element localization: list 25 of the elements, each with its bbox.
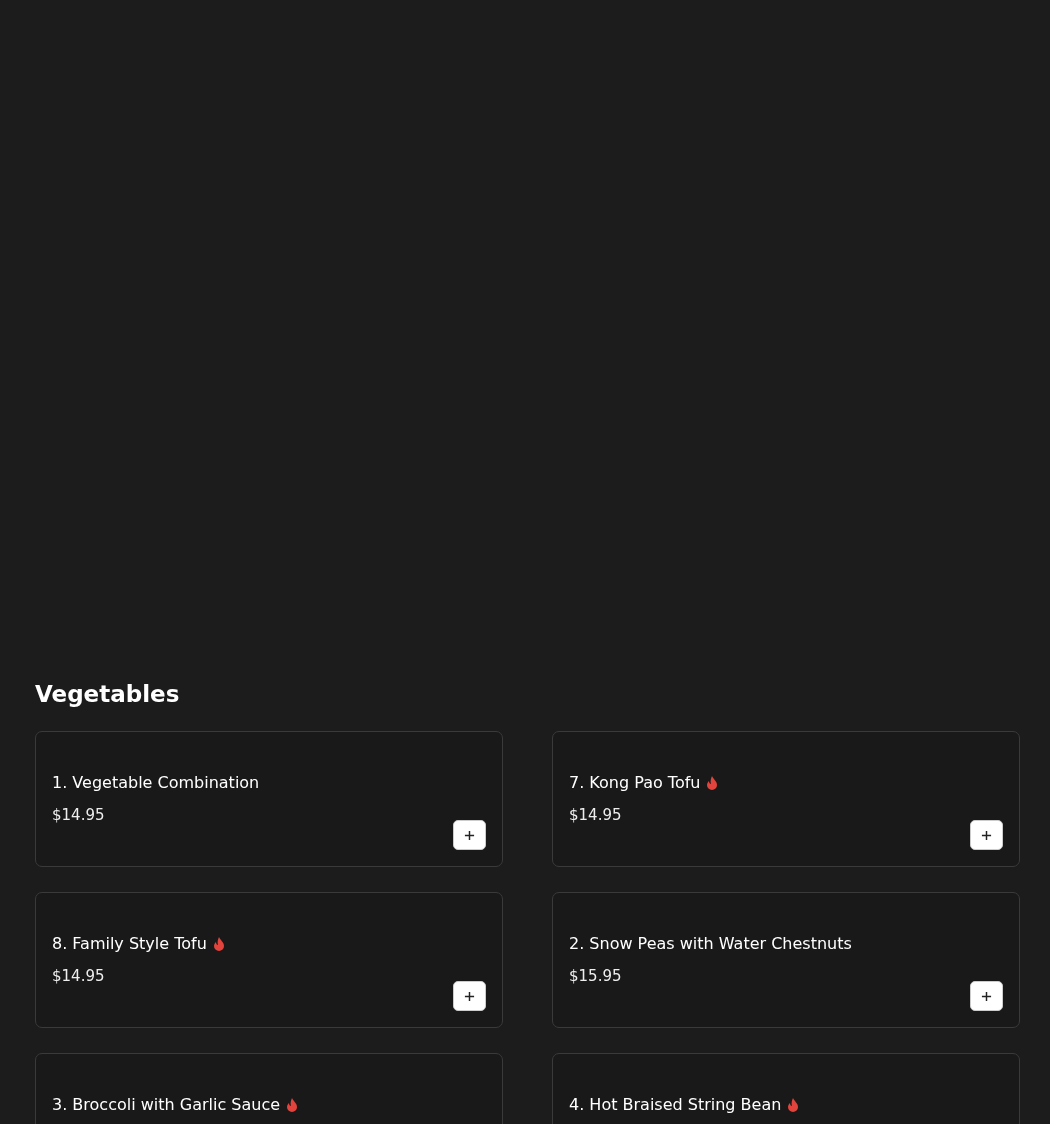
plus-icon bbox=[464, 990, 475, 1002]
dish-name: 8. Family Style Tofu bbox=[52, 933, 207, 955]
add-button[interactable] bbox=[453, 820, 486, 850]
menu-item-card[interactable]: 2. Snow Peas with Water Chestnuts $15.95 bbox=[552, 892, 1020, 1028]
dish-name: 7. Kong Pao Tofu bbox=[569, 772, 701, 794]
plus-icon bbox=[981, 829, 992, 841]
dish-name: 4. Hot Braised String Bean bbox=[569, 1094, 782, 1116]
dish-name: 1. Vegetable Combination bbox=[52, 772, 260, 794]
plus-icon bbox=[981, 990, 992, 1002]
section-title: Vegetables bbox=[35, 680, 180, 709]
plus-icon bbox=[464, 829, 475, 841]
menu-item-card[interactable]: 1. Vegetable Combination $14.95 bbox=[35, 731, 503, 867]
menu-item-card[interactable]: 4. Hot Braised String Bean bbox=[552, 1053, 1020, 1124]
menu-item-card[interactable]: 7. Kong Pao Tofu $14.95 bbox=[552, 731, 1020, 867]
menu-item-card[interactable]: 3. Broccoli with Garlic Sauce bbox=[35, 1053, 503, 1124]
dish-price: $14.95 bbox=[52, 967, 105, 985]
add-button[interactable] bbox=[970, 981, 1003, 1011]
dish-price: $14.95 bbox=[569, 806, 622, 824]
add-button[interactable] bbox=[970, 820, 1003, 850]
dish-price: $15.95 bbox=[569, 967, 622, 985]
dish-name: 3. Broccoli with Garlic Sauce bbox=[52, 1094, 281, 1116]
menu-item-card[interactable]: 8. Family Style Tofu $14.95 bbox=[35, 892, 503, 1028]
dish-price: $14.95 bbox=[52, 806, 105, 824]
dish-name: 2. Snow Peas with Water Chestnuts bbox=[569, 933, 852, 955]
add-button[interactable] bbox=[453, 981, 486, 1011]
